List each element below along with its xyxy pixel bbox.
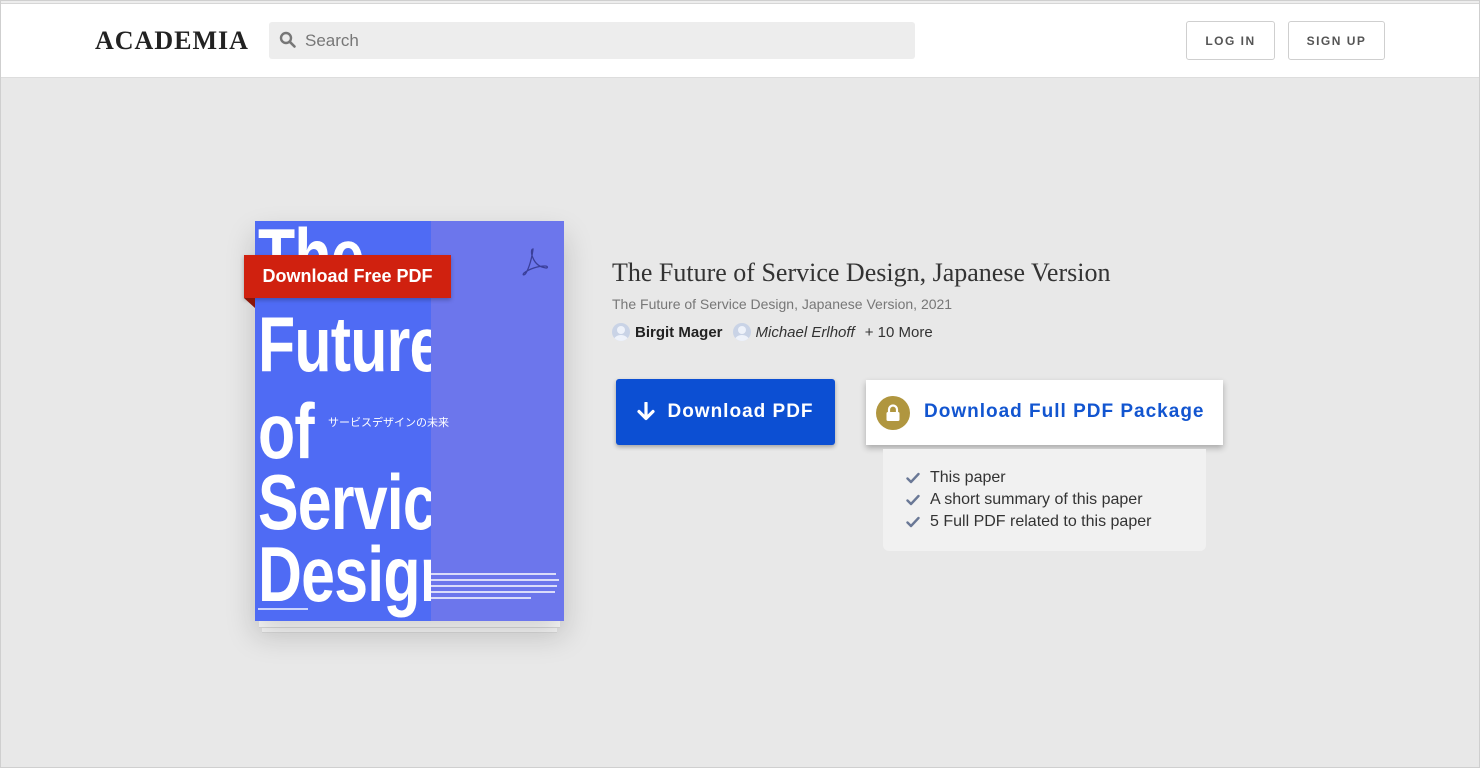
ribbon-fold — [244, 298, 255, 308]
check-icon — [906, 472, 920, 484]
academia-logo[interactable]: ACADEMIA — [95, 26, 249, 56]
cover-title-line: Future — [258, 300, 431, 388]
download-pdf-label: Download PDF — [667, 401, 814, 422]
lock-icon — [876, 396, 910, 430]
author-link[interactable]: Michael Erlhoff — [756, 324, 855, 341]
avatar — [732, 323, 751, 341]
list-item-label: 5 Full PDF related to this paper — [930, 513, 1152, 530]
page-stack — [259, 620, 560, 628]
search-icon — [279, 31, 296, 48]
sign-up-button[interactable]: SIGN UP — [1288, 21, 1385, 60]
paper-subtitle: The Future of Service Design, Japanese V… — [612, 296, 953, 312]
check-icon — [906, 494, 920, 506]
log-in-button[interactable]: LOG IN — [1186, 21, 1275, 60]
list-item: 5 Full PDF related to this paper — [883, 511, 1206, 533]
more-authors-link[interactable]: + 10 More — [865, 324, 933, 341]
package-contents-list: This paper A short summary of this paper… — [883, 449, 1206, 551]
list-item-label: This paper — [930, 469, 1006, 486]
paper-title: The Future of Service Design, Japanese V… — [612, 258, 1111, 287]
list-item: A short summary of this paper — [883, 489, 1206, 511]
cover-fine-print — [258, 608, 308, 610]
cover-japanese-subtitle: サービスデザインの未来 — [328, 416, 449, 429]
author-link[interactable]: Birgit Mager — [635, 324, 723, 341]
download-full-pdf-package-button[interactable]: Download Full PDF Package — [866, 380, 1223, 445]
list-item: This paper — [883, 467, 1206, 489]
download-free-pdf-ribbon[interactable]: Download Free PDF — [244, 255, 451, 298]
download-package-label: Download Full PDF Package — [924, 401, 1205, 422]
search-bar[interactable] — [269, 22, 915, 59]
site-header: ACADEMIA LOG IN SIGN UP — [0, 4, 1480, 78]
search-input[interactable] — [305, 22, 905, 59]
author-list: Birgit Mager Michael Erlhoff + 10 More — [612, 322, 933, 342]
cover-title-line: Design — [258, 530, 431, 618]
avatar — [612, 323, 630, 341]
acrobat-icon — [522, 248, 549, 276]
download-arrow-icon — [637, 402, 656, 421]
download-pdf-button[interactable]: Download PDF — [616, 379, 835, 445]
list-item-label: A short summary of this paper — [930, 491, 1143, 508]
check-icon — [906, 516, 920, 528]
cover-fine-print — [431, 573, 561, 603]
